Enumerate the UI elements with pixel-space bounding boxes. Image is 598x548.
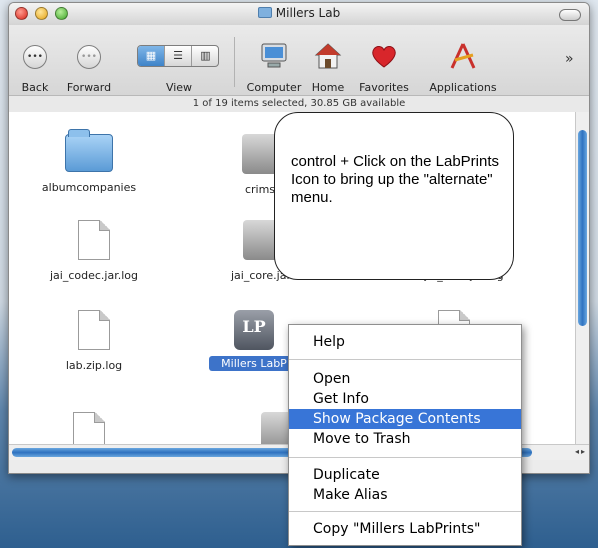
- forward-button[interactable]: ••• Forward: [61, 25, 117, 95]
- menu-item-copy[interactable]: Copy "Millers LabPrints": [289, 519, 521, 539]
- menu-item-move-to-trash[interactable]: Move to Trash: [289, 429, 521, 449]
- menu-item-help[interactable]: Help: [289, 332, 521, 352]
- view-label-area: View: [165, 81, 193, 94]
- menu-item-get-info[interactable]: Get Info: [289, 389, 521, 409]
- favorites-button[interactable]: Favorites: [353, 25, 415, 95]
- window-title: Millers Lab: [9, 6, 589, 20]
- toolbar-toggle-button[interactable]: [559, 9, 581, 21]
- vertical-scrollbar[interactable]: [575, 112, 589, 444]
- overflow-chevron-icon: »: [565, 51, 574, 67]
- menu-item-open[interactable]: Open: [289, 369, 521, 389]
- context-menu: Help Open Get Info Show Package Contents…: [288, 324, 522, 546]
- file-item-albumcompanies[interactable]: albumcompanies: [29, 129, 149, 194]
- instruction-callout: control + Click on the LabPrints Icon to…: [274, 112, 514, 280]
- menu-separator: [289, 457, 521, 458]
- applications-icon: [450, 43, 476, 69]
- computer-icon: [261, 43, 287, 68]
- menu-separator: [289, 511, 521, 512]
- folder-icon: [65, 129, 113, 172]
- toolbar: ••• Back ••• Forward ▦ ☰ ▥ View Computer: [9, 25, 589, 95]
- vertical-scroll-thumb[interactable]: [578, 130, 587, 326]
- home-button[interactable]: Home: [305, 25, 351, 95]
- applications-button[interactable]: Applications: [419, 25, 507, 95]
- file-item-millers-labprints[interactable]: LP Millers LabP: [209, 310, 299, 371]
- heart-icon: [372, 46, 396, 68]
- menu-item-show-package-contents[interactable]: Show Package Contents: [289, 409, 521, 429]
- labprints-app-icon: LP: [234, 310, 274, 350]
- computer-button[interactable]: Computer: [245, 25, 303, 95]
- menu-item-duplicate[interactable]: Duplicate: [289, 465, 521, 485]
- toolbar-divider: [234, 37, 235, 87]
- scroll-arrows-icon[interactable]: ◂▸: [575, 447, 587, 456]
- back-icon: •••: [23, 45, 47, 69]
- file-icon: [242, 134, 278, 174]
- file-item-lab-zip-log[interactable]: lab.zip.log: [39, 310, 149, 372]
- status-bar: 1 of 19 items selected, 30.85 GB availab…: [9, 95, 589, 113]
- back-button[interactable]: ••• Back: [17, 25, 53, 95]
- home-icon: [314, 43, 342, 69]
- title-bar[interactable]: Millers Lab: [9, 3, 589, 26]
- folder-icon: [257, 7, 272, 18]
- menu-separator: [289, 359, 521, 360]
- forward-icon: •••: [77, 45, 101, 69]
- menu-item-make-alias[interactable]: Make Alias: [289, 485, 521, 505]
- file-item-jai-codec-log[interactable]: jai_codec.jar.log: [29, 220, 159, 282]
- document-icon: [78, 310, 110, 350]
- document-icon: [73, 412, 105, 444]
- document-icon: [78, 220, 110, 260]
- toolbar-overflow-button[interactable]: »: [561, 25, 583, 95]
- file-item-partial-bottom[interactable]: [69, 412, 109, 444]
